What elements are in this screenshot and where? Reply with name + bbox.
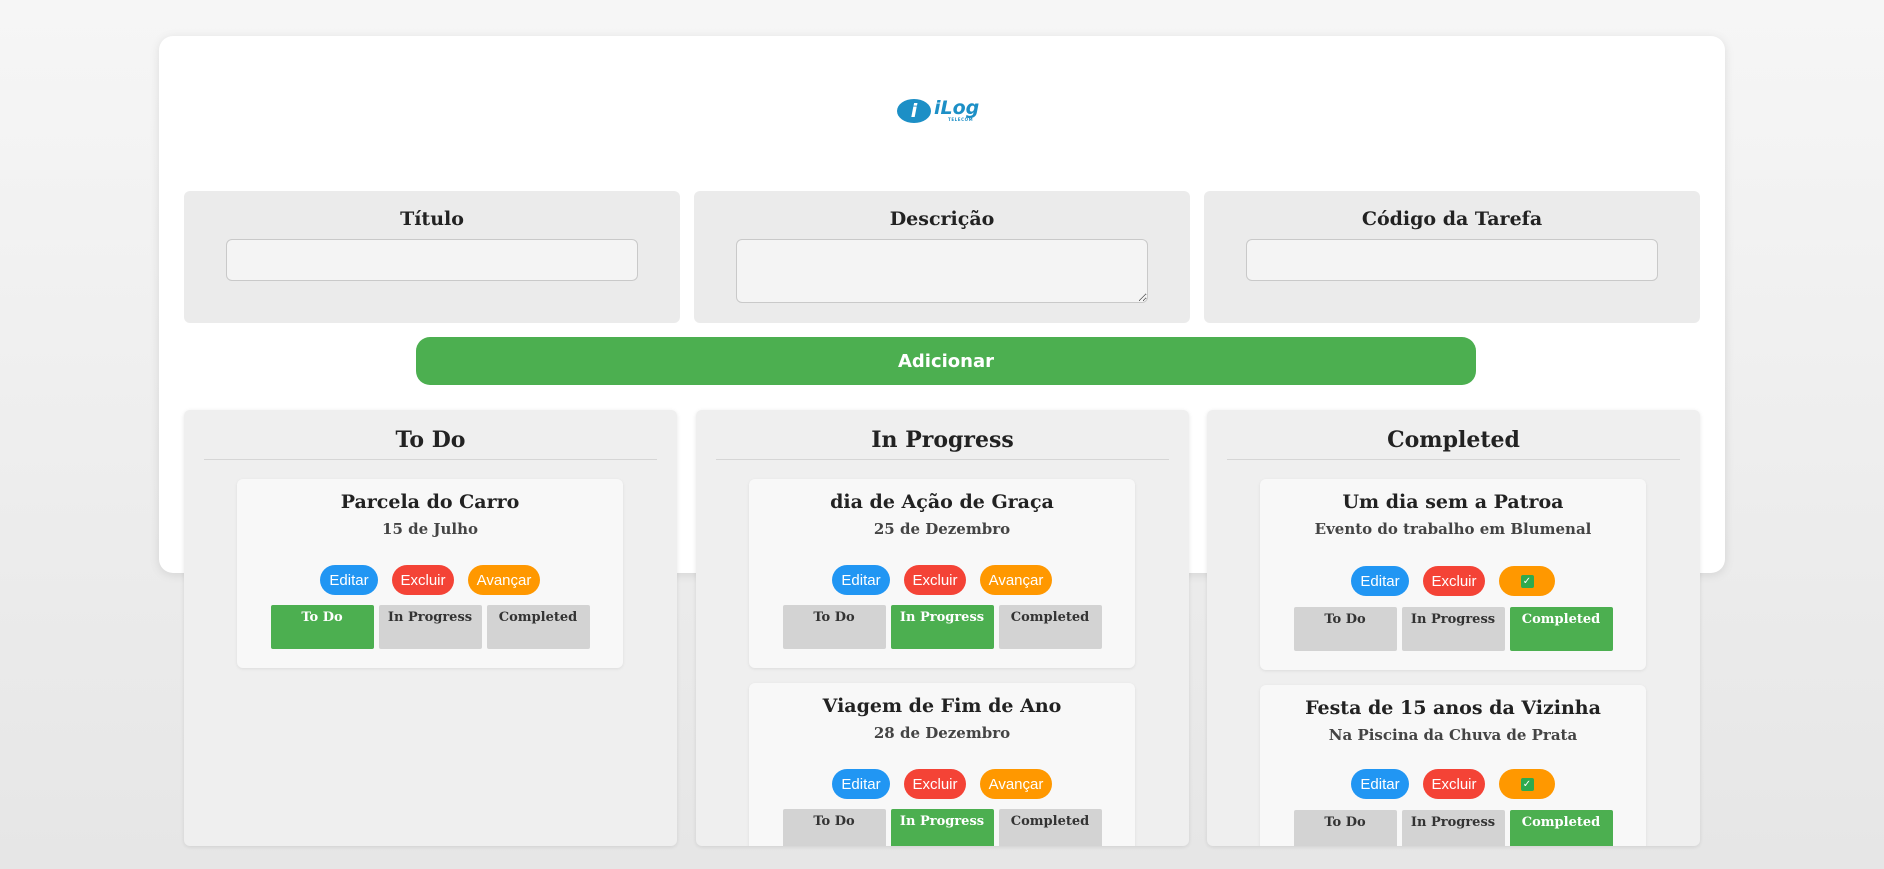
column-completed: Completed Um dia sem a Patroa Evento do … xyxy=(1207,410,1700,846)
task-title: Um dia sem a Patroa xyxy=(1342,491,1564,513)
column-title: Completed xyxy=(1387,427,1520,453)
task-card: Parcela do Carro 15 de Julho Editar Excl… xyxy=(237,479,623,668)
logo-text: iLog TELECOM xyxy=(934,98,990,124)
task-card: Festa de 15 anos da Vizinha Na Piscina d… xyxy=(1260,685,1646,846)
edit-button[interactable]: Editar xyxy=(832,769,890,799)
status-inprogress-button[interactable]: In Progress xyxy=(378,605,482,649)
task-title: Festa de 15 anos da Vizinha xyxy=(1305,697,1601,719)
column-todo: To Do Parcela do Carro 15 de Julho Edita… xyxy=(184,410,677,846)
column-inprogress: In Progress dia de Ação de Graça 25 de D… xyxy=(696,410,1189,846)
column-divider xyxy=(204,459,657,460)
codigo-input[interactable] xyxy=(1246,239,1658,281)
task-title: Viagem de Fim de Ano xyxy=(822,695,1062,717)
task-actions: Editar Excluir Avançar xyxy=(749,565,1135,595)
status-selector: To Do In Progress Completed xyxy=(749,605,1135,649)
status-todo-button[interactable]: To Do xyxy=(782,605,886,649)
advance-button[interactable]: Avançar xyxy=(980,769,1052,799)
logo: i iLog TELECOM xyxy=(897,98,990,124)
column-divider xyxy=(716,459,1169,460)
status-completed-button[interactable]: Completed xyxy=(1509,607,1613,651)
task-actions: Editar Excluir ✓ xyxy=(1260,769,1646,799)
column-title: To Do xyxy=(395,427,466,453)
status-selector: To Do In Progress Completed xyxy=(1260,607,1646,651)
task-subtitle: 15 de Julho xyxy=(382,520,478,538)
add-button[interactable]: Adicionar xyxy=(416,337,1476,385)
task-subtitle: Evento do trabalho em Blumenal xyxy=(1314,520,1592,538)
logo-mark: i xyxy=(897,99,931,123)
task-subtitle: Na Piscina da Chuva de Prata xyxy=(1328,726,1578,744)
codigo-label: Código da Tarefa xyxy=(1361,208,1543,230)
status-inprogress-button[interactable]: In Progress xyxy=(890,605,994,649)
status-completed-button[interactable]: Completed xyxy=(1509,810,1613,846)
edit-button[interactable]: Editar xyxy=(1351,769,1409,799)
status-inprogress-button[interactable]: In Progress xyxy=(890,809,994,846)
status-selector: To Do In Progress Completed xyxy=(237,605,623,649)
check-icon: ✓ xyxy=(1520,574,1534,588)
complete-button[interactable]: ✓ xyxy=(1499,769,1555,799)
status-completed-button[interactable]: Completed xyxy=(998,809,1102,846)
status-completed-button[interactable]: Completed xyxy=(998,605,1102,649)
task-card: dia de Ação de Graça 25 de Dezembro Edit… xyxy=(749,479,1135,668)
codigo-field-box: Código da Tarefa xyxy=(1204,191,1700,323)
titulo-input[interactable] xyxy=(226,239,638,281)
task-actions: Editar Excluir Avançar xyxy=(237,565,623,595)
task-card: Um dia sem a Patroa Evento do trabalho e… xyxy=(1260,479,1646,670)
edit-button[interactable]: Editar xyxy=(320,565,378,595)
status-inprogress-button[interactable]: In Progress xyxy=(1401,607,1505,651)
column-title: In Progress xyxy=(871,427,1014,453)
delete-button[interactable]: Excluir xyxy=(1423,566,1485,596)
delete-button[interactable]: Excluir xyxy=(1423,769,1485,799)
status-inprogress-button[interactable]: In Progress xyxy=(1401,810,1505,846)
titulo-field-box: Título xyxy=(184,191,680,323)
advance-button[interactable]: Avançar xyxy=(980,565,1052,595)
task-actions: Editar Excluir ✓ xyxy=(1260,566,1646,596)
logo-word: iLog xyxy=(934,97,980,119)
task-card: Viagem de Fim de Ano 28 de Dezembro Edit… xyxy=(749,683,1135,846)
task-subtitle: 28 de Dezembro xyxy=(873,724,1011,742)
edit-button[interactable]: Editar xyxy=(832,565,890,595)
complete-button[interactable]: ✓ xyxy=(1499,566,1555,596)
column-divider xyxy=(1227,459,1680,460)
edit-button[interactable]: Editar xyxy=(1351,566,1409,596)
titulo-label: Título xyxy=(400,208,464,230)
logo-subtitle: TELECOM xyxy=(948,117,974,122)
status-completed-button[interactable]: Completed xyxy=(486,605,590,649)
descricao-textarea[interactable] xyxy=(736,239,1148,303)
delete-button[interactable]: Excluir xyxy=(392,565,454,595)
advance-button[interactable]: Avançar xyxy=(468,565,540,595)
descricao-field-box: Descrição xyxy=(694,191,1190,323)
status-todo-button[interactable]: To Do xyxy=(782,809,886,846)
check-icon: ✓ xyxy=(1520,777,1534,791)
task-title: dia de Ação de Graça xyxy=(830,491,1054,513)
delete-button[interactable]: Excluir xyxy=(904,565,966,595)
status-todo-button[interactable]: To Do xyxy=(1293,810,1397,846)
task-actions: Editar Excluir Avançar xyxy=(749,769,1135,799)
descricao-label: Descrição xyxy=(889,208,995,230)
status-selector: To Do In Progress Completed xyxy=(749,809,1135,846)
task-subtitle: 25 de Dezembro xyxy=(873,520,1011,538)
delete-button[interactable]: Excluir xyxy=(904,769,966,799)
status-todo-button[interactable]: To Do xyxy=(1293,607,1397,651)
status-selector: To Do In Progress Completed xyxy=(1260,810,1646,846)
status-todo-button[interactable]: To Do xyxy=(270,605,374,649)
task-title: Parcela do Carro xyxy=(340,491,520,513)
